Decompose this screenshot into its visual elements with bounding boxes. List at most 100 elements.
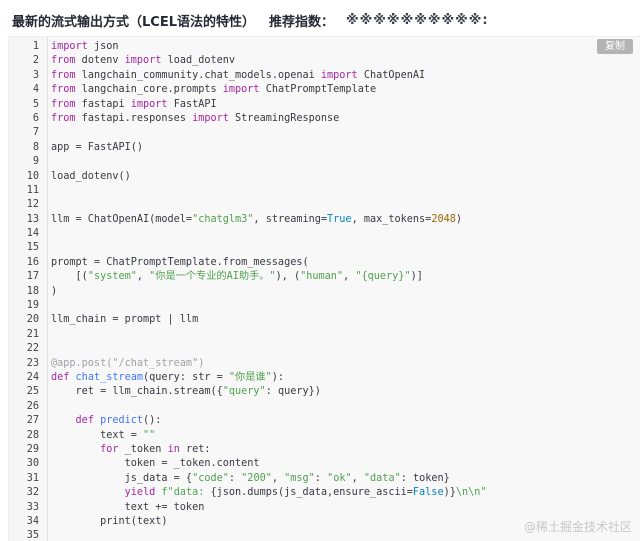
- line-number: 1: [32, 41, 39, 52]
- code-line: 24 def chat_stream(query: str = "你是谁"):: [9, 371, 640, 385]
- code-token: from: [51, 69, 76, 81]
- line-number: 28: [26, 429, 39, 441]
- code-line: 32 yield f"data: {json.dumps(js_data,ens…: [9, 486, 640, 500]
- code-line: 1 import json: [9, 40, 640, 54]
- code-token: ,: [351, 472, 364, 484]
- code-token: ):: [271, 371, 285, 383]
- line-number: 27: [26, 415, 39, 427]
- code-token: : query}): [265, 386, 321, 398]
- code-line: 17 [("system", "你是一个专业的AI助手。"), ("human"…: [9, 270, 640, 284]
- code-token: "ok": [327, 472, 352, 484]
- code-token: :: [314, 472, 328, 484]
- code-text: text = "": [51, 429, 155, 443]
- code-token: predict: [100, 415, 144, 427]
- code-token: )]: [410, 271, 423, 283]
- code-token: print(text): [51, 515, 168, 527]
- code-token: "system": [87, 271, 137, 283]
- line-number: 35: [26, 530, 39, 541]
- code-line: 31 js_data = {"code": "200", "msg": "ok"…: [9, 472, 640, 486]
- code-text: prompt = ChatPromptTemplate.from_message…: [51, 256, 309, 270]
- code-token: "": [143, 429, 156, 441]
- code-line: 11: [9, 184, 640, 198]
- code-text: app = FastAPI(): [51, 141, 143, 155]
- code-text: llm_chain = prompt | llm: [51, 313, 198, 327]
- code-text: yield f"data: {json.dumps(js_data,ensure…: [51, 486, 487, 500]
- line-number: 5: [32, 98, 39, 110]
- code-token: "你是谁": [228, 371, 272, 383]
- line-number: 18: [26, 285, 39, 297]
- code-block: 1 import json 2 from dotenv import load_dot…: [8, 36, 640, 541]
- line-number: 10: [26, 170, 39, 182]
- code-line: 9: [9, 155, 640, 169]
- line-number: 23: [26, 357, 39, 369]
- code-token: ,: [271, 472, 285, 484]
- code-text: from dotenv import load_dotenv: [51, 54, 235, 68]
- line-number: 20: [26, 314, 39, 326]
- code-token: llm = ChatOpenAI(model=: [51, 213, 193, 225]
- code-line: 29 for _token in ret:: [9, 443, 640, 457]
- code-token: "query": [222, 386, 266, 398]
- page: 最新的流式输出方式（LCEL语法的特性） 推荐指数： ※※※※※※※※※※: 1…: [0, 0, 640, 541]
- code-line: 23 @app.post("/chat_stream"): [9, 357, 640, 371]
- code-token: from: [51, 84, 76, 96]
- code-text: [("system", "你是一个专业的AI助手。"), ("human", "…: [51, 270, 423, 284]
- line-number: 16: [26, 256, 39, 268]
- code-text: print(text): [51, 515, 168, 529]
- code-token: ret:: [179, 443, 211, 455]
- code-token: , streaming=: [253, 213, 328, 225]
- code-token: ,: [343, 271, 356, 283]
- code-token: "code": [192, 472, 229, 484]
- code-token: False: [412, 487, 444, 499]
- code-text: ret = llm_chain.stream({"query": query}): [51, 385, 321, 399]
- code-token: token = _token.content: [51, 458, 260, 470]
- code-line: 4 from langchain_core.prompts import Chat…: [9, 83, 640, 97]
- code-token: "{query}": [355, 271, 411, 283]
- code-token: ,: [136, 271, 150, 283]
- line-number: 13: [26, 213, 39, 225]
- code-token: load_dotenv: [161, 55, 236, 67]
- code-token: 2048: [431, 213, 456, 225]
- section-title: 最新的流式输出方式（LCEL语法的特性）: [12, 14, 255, 30]
- code-line: 10 load_dotenv(): [9, 170, 640, 184]
- code-line: 19: [9, 299, 640, 313]
- code-line: 8 app = FastAPI(): [9, 141, 640, 155]
- code-token: prompt = ChatPromptTemplate.from_message…: [51, 256, 309, 268]
- code-line: 14: [9, 227, 640, 241]
- code-line: 13 llm = ChatOpenAI(model="chatglm3", str…: [9, 213, 640, 227]
- code-line: 22: [9, 342, 640, 356]
- code-text: from langchain_community.chat_models.ope…: [51, 69, 425, 83]
- code-token: from: [51, 112, 76, 124]
- line-number: 21: [26, 328, 39, 340]
- code-token: "chatglm3": [192, 213, 254, 225]
- code-line: 18): [9, 285, 640, 299]
- code-token: , max_tokens=: [351, 213, 432, 225]
- code-token: def: [75, 415, 94, 427]
- line-number: 24: [26, 371, 39, 383]
- code-token: True: [327, 213, 352, 225]
- line-number: 29: [26, 443, 39, 455]
- line-number: 17: [26, 271, 39, 283]
- line-number: 8: [32, 141, 39, 153]
- copy-button[interactable]: 复制: [597, 39, 633, 54]
- code-token: ChatOpenAI: [357, 69, 426, 81]
- code-token: dotenv: [75, 55, 125, 67]
- line-number: 3: [32, 69, 39, 81]
- code-token: fastapi: [75, 98, 131, 110]
- code-token: import: [130, 98, 168, 110]
- code-token: langchain_community.chat_models.openai: [75, 69, 321, 81]
- line-number: 32: [26, 487, 39, 499]
- code-token: def: [51, 371, 70, 383]
- code-token: {json.dumps(js_data,ensure_ascii=: [210, 487, 413, 499]
- line-number: 31: [26, 472, 39, 484]
- code-token: ): [51, 285, 58, 297]
- code-text: token = _token.content: [51, 457, 260, 471]
- code-line: 3 from langchain_community.chat_models.op…: [9, 69, 640, 83]
- code-token: ChatPromptTemplate: [259, 84, 377, 96]
- code-line: 6 from fastapi.responses import Streaming…: [9, 112, 640, 126]
- code-line: 7: [9, 126, 640, 140]
- code-token: in: [167, 443, 180, 455]
- code-token: : token}: [400, 472, 450, 484]
- line-number: 30: [26, 458, 39, 470]
- line-number: 2: [32, 55, 39, 67]
